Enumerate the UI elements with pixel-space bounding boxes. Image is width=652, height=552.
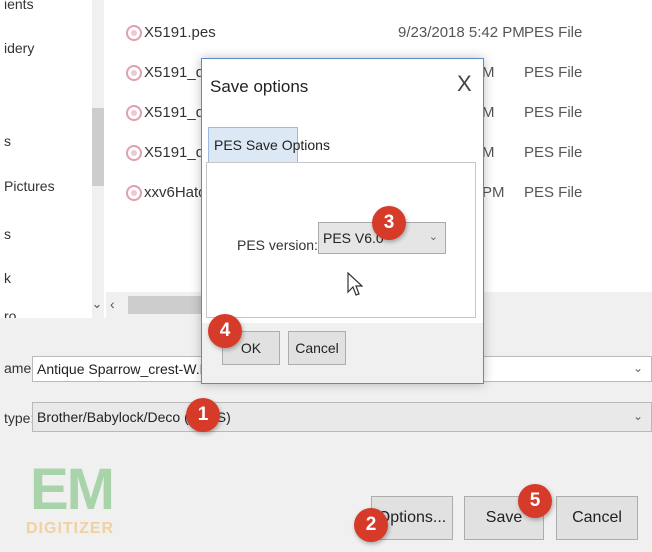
filename-label: ame: [4, 360, 36, 376]
step-badge-4: 4 [208, 314, 242, 348]
file-date: PM [482, 184, 505, 201]
embroidery-file-icon [126, 105, 142, 121]
dialog-footer: OK Cancel [202, 323, 483, 383]
logo: EM [30, 457, 115, 522]
nav-item[interactable]: idery [4, 40, 34, 56]
navigation-pane: ients idery s Pictures s k ro [0, 0, 92, 318]
nav-item[interactable]: s [4, 226, 11, 242]
chevron-down-icon[interactable]: ⌄ [90, 296, 104, 312]
close-icon[interactable]: X [457, 71, 472, 97]
tab-pes-save-options[interactable]: PES Save Options [208, 127, 330, 163]
pes-version-label: PES version: [237, 237, 318, 253]
filetype-label: type: [4, 410, 35, 426]
nav-item[interactable]: k [4, 270, 11, 286]
chevron-down-icon[interactable]: ⌄ [633, 361, 643, 375]
nav-item[interactable]: s [4, 133, 11, 149]
nav-item[interactable]: ients [4, 0, 34, 12]
file-type: PES File [524, 144, 583, 161]
file-name: X5191.pes [144, 24, 216, 41]
embroidery-file-icon [126, 185, 142, 201]
chevron-down-icon: ⌄ [428, 231, 438, 243]
chevron-down-icon[interactable]: ⌄ [633, 409, 643, 423]
step-badge-3: 3 [372, 206, 406, 240]
step-badge-2: 2 [354, 508, 388, 542]
nav-item[interactable]: ro [4, 308, 16, 318]
file-type: PES File [524, 104, 583, 121]
nav-scrollbar-thumb[interactable] [92, 108, 104, 186]
step-badge-1: 1 [186, 398, 220, 432]
embroidery-file-icon [126, 25, 142, 41]
dialog-title: Save options [210, 77, 309, 96]
nav-item-pictures[interactable]: Pictures [4, 178, 55, 194]
filename-value: Antique Sparrow_crest-W.PES [37, 361, 228, 377]
mouse-cursor-icon [347, 272, 363, 296]
step-badge-5: 5 [518, 484, 552, 518]
filetype-select[interactable]: Brother/Babylock/Deco (*.PES) ⌄ [32, 402, 652, 432]
save-options-dialog: Save options X PES Save Options PES vers… [201, 58, 484, 384]
file-type: PES File [524, 64, 583, 81]
cancel-button[interactable]: Cancel [556, 496, 638, 540]
embroidery-file-icon [126, 65, 142, 81]
embroidery-file-icon [126, 145, 142, 161]
logo-subtitle: DIGITIZER [26, 520, 115, 537]
file-type: PES File [524, 184, 583, 201]
tab-label: PES Save Options [214, 137, 330, 153]
dialog-cancel-button[interactable]: Cancel [288, 331, 346, 365]
file-row[interactable]: X5191.pes 9/23/2018 5:42 PM PES File [106, 16, 652, 50]
chevron-left-icon[interactable]: ‹ [110, 296, 115, 312]
file-date: 9/23/2018 5:42 PM [398, 24, 525, 41]
file-type: PES File [524, 24, 583, 41]
